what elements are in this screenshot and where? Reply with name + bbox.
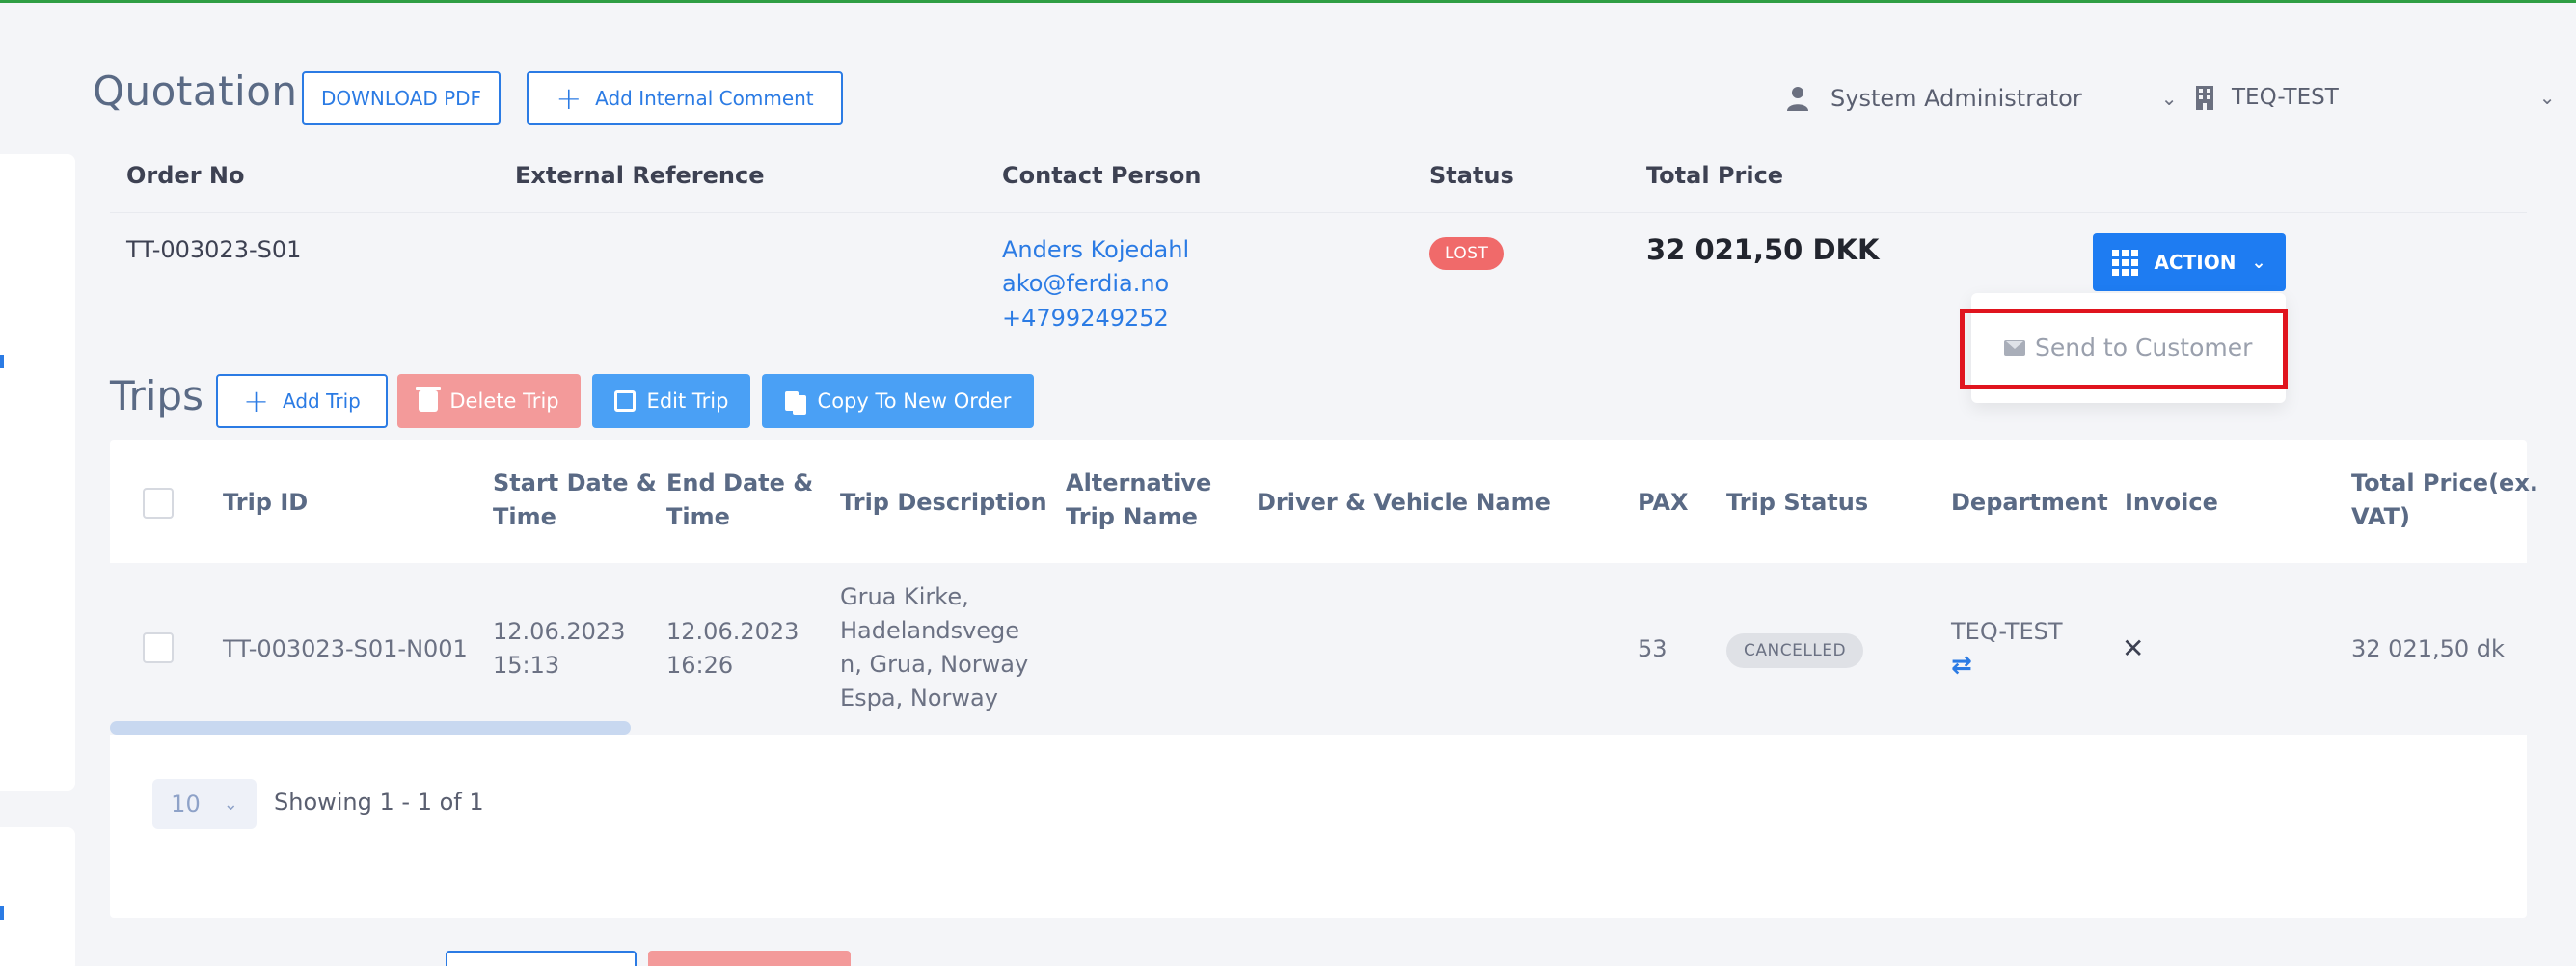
pagination-info: Showing 1 - 1 of 1 (274, 789, 484, 816)
contact-email-link[interactable]: ako@ferdia.no (1002, 270, 1169, 297)
trip-end-datetime: 12.06.2023 16:26 (666, 618, 800, 679)
send-to-customer-label: Send to Customer (2035, 334, 2253, 362)
delete-trip-label: Delete Trip (449, 389, 559, 413)
sync-icon[interactable]: ⇄ (1951, 649, 2063, 683)
horizontal-scrollbar[interactable] (110, 721, 631, 735)
page-size-value: 10 (171, 791, 201, 818)
row-checkbox[interactable] (143, 632, 174, 663)
col-alternative-trip-name[interactable]: Alternative Trip Name (1066, 467, 1211, 534)
edit-trip-button[interactable]: Edit Trip (592, 374, 750, 428)
total-price-value: 32 021,50 DKK (1646, 233, 1880, 266)
trips-title: Trips (110, 372, 203, 419)
page-size-select[interactable]: 10 ⌄ (152, 779, 257, 829)
table-row[interactable] (110, 563, 2527, 735)
total-price-label: Total Price (1646, 162, 1784, 189)
user-name: System Administrator (1830, 85, 2082, 112)
plus-icon: + (243, 383, 269, 419)
close-icon: ✕ (2122, 632, 2145, 664)
trip-id-link[interactable]: TT-003023-S01-N001 (223, 632, 468, 666)
company-selector[interactable]: TEQ-TEST ⌄ (2195, 85, 2556, 110)
contact-name-link[interactable]: Anders Kojedahl (1002, 236, 1189, 263)
grid-icon (2112, 249, 2139, 276)
action-button[interactable]: ACTION ⌄ (2093, 233, 2286, 291)
contact-person-label: Contact Person (1002, 162, 1202, 189)
trip-total-price: 32 021,50 dk (2351, 635, 2505, 662)
trip-department: TEQ-TEST ⇄ (1951, 615, 2063, 683)
side-panel-card (0, 154, 75, 791)
side-marker (0, 355, 4, 368)
external-reference-label: External Reference (515, 162, 765, 189)
col-total-price[interactable]: Total Price(ex. VAT) (2351, 467, 2538, 534)
building-icon (2196, 86, 2213, 110)
add-trip-button[interactable]: + Add Trip (216, 374, 388, 428)
copy-icon (784, 391, 799, 411)
plus-icon: + (556, 80, 583, 117)
delete-trip-button[interactable]: Delete Trip (397, 374, 581, 428)
col-driver-vehicle[interactable]: Driver & Vehicle Name (1257, 486, 1551, 520)
add-trip-label: Add Trip (282, 389, 361, 413)
chevron-down-icon: ⌄ (223, 793, 238, 815)
copy-label: Copy To New Order (817, 389, 1012, 413)
download-pdf-button[interactable]: DOWNLOAD PDF (302, 71, 501, 125)
col-pax[interactable]: PAX (1638, 486, 1688, 520)
download-pdf-label: DOWNLOAD PDF (320, 87, 482, 110)
side-panel-card (0, 827, 75, 966)
edit-icon (613, 390, 636, 412)
col-trip-id[interactable]: Trip ID (223, 486, 308, 520)
trash-icon (416, 387, 442, 412)
add-internal-comment-button[interactable]: + Add Internal Comment (527, 71, 843, 125)
user-icon (1787, 87, 1808, 111)
trip-start-datetime: 12.06.2023 15:13 (493, 618, 626, 679)
trip-pax: 53 (1638, 635, 1668, 662)
divider (110, 212, 2527, 213)
section-button[interactable] (648, 951, 851, 966)
col-start-date[interactable]: Start Date & Time (493, 467, 657, 534)
order-no-label: Order No (126, 162, 245, 189)
col-invoice[interactable]: Invoice (2125, 486, 2218, 520)
edit-trip-label: Edit Trip (646, 389, 729, 413)
order-no-value: TT-003023-S01 (126, 236, 302, 263)
contact-phone-link[interactable]: +4799249252 (1002, 305, 1169, 332)
col-trip-status[interactable]: Trip Status (1726, 486, 1868, 520)
page-title: Quotation (93, 67, 298, 115)
col-department[interactable]: Department (1951, 486, 2108, 520)
company-name: TEQ-TEST (2232, 85, 2339, 110)
side-marker (0, 906, 4, 920)
select-all-checkbox[interactable] (143, 488, 174, 519)
col-trip-description[interactable]: Trip Description (840, 486, 1047, 520)
chevron-down-icon: ⌄ (2251, 252, 2266, 273)
trip-description: Grua Kirke, Hadelandsvege n, Grua, Norwa… (840, 583, 1029, 711)
add-comment-label: Add Internal Comment (595, 87, 814, 110)
status-badge: LOST (1429, 237, 1505, 270)
chevron-down-icon: ⌄ (2538, 86, 2556, 109)
col-end-date[interactable]: End Date & Time (666, 467, 813, 534)
envelope-icon (2004, 339, 2025, 356)
top-accent-line (0, 0, 2576, 3)
trip-status-badge: CANCELLED (1726, 633, 1864, 668)
copy-to-new-order-button[interactable]: Copy To New Order (762, 374, 1034, 428)
chevron-down-icon: ⌄ (2160, 87, 2178, 110)
status-label: Status (1429, 162, 1514, 189)
user-menu[interactable]: System Administrator ⌄ (1786, 85, 2178, 112)
action-label: ACTION (2154, 251, 2237, 274)
send-to-customer-menu-item[interactable]: Send to Customer (2004, 334, 2252, 362)
section-button[interactable] (446, 951, 637, 966)
